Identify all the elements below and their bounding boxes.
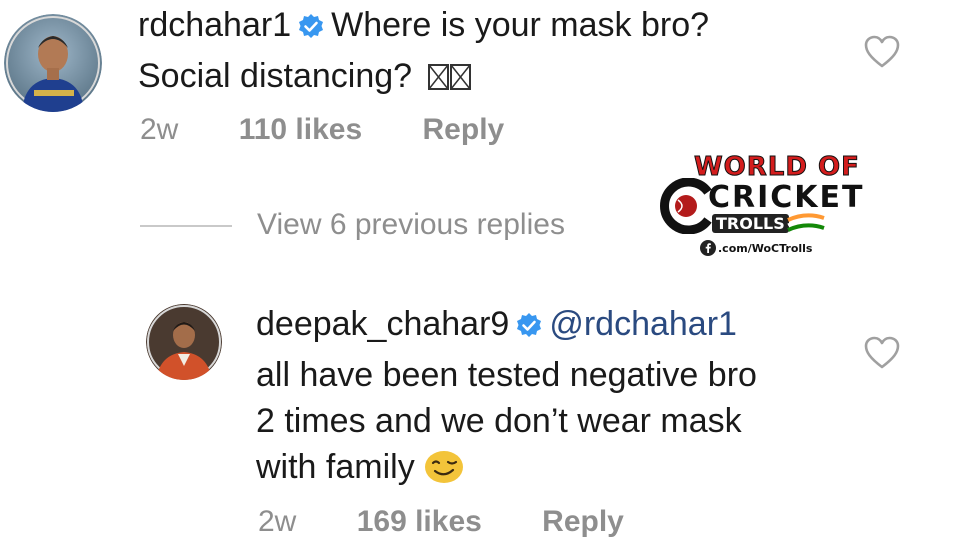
comment-2-text-line2: 2 times and we don’t wear mask (256, 402, 742, 440)
comment-1-text-line1: Where is your mask bro? (331, 6, 710, 44)
comment-1-meta: 2w 110 likes Reply (140, 113, 504, 147)
comment-2-likes[interactable]: 169 likes (357, 505, 482, 538)
cricket-ball-icon (660, 178, 712, 234)
winking-face-icon (424, 450, 464, 496)
watermark-top-text: WORLD OF (694, 152, 860, 183)
comment-1-time: 2w (140, 113, 179, 146)
comment-1-likes[interactable]: 110 likes (239, 113, 362, 146)
comment-1-username[interactable]: rdchahar1 (138, 6, 291, 44)
view-previous-replies-button[interactable]: View 6 previous replies (257, 208, 565, 242)
missing-glyph-icon (427, 56, 472, 102)
avatar-deepak-chahar9[interactable] (146, 304, 222, 380)
comment-2-username[interactable]: deepak_chahar9 (256, 305, 509, 343)
comment-1-body: rdchahar1 Where is your mask bro? Social … (138, 2, 838, 102)
avatar-rdchahar1[interactable] (4, 14, 102, 112)
replies-divider (140, 225, 232, 227)
like-comment-2-heart-icon[interactable] (864, 336, 900, 370)
comment-2-body: deepak_chahar9 @rdchahar1 all have been t… (256, 301, 856, 496)
comment-2-text-line3: with family (256, 448, 415, 486)
comment-1-reply-button[interactable]: Reply (423, 113, 505, 146)
facebook-icon (700, 240, 716, 256)
comment-2-meta: 2w 169 likes Reply (258, 505, 624, 539)
watermark-mid-text: CRICKET (708, 180, 865, 215)
verified-badge-icon (297, 7, 325, 53)
world-of-cricket-trolls-watermark: WORLD OF CRICKET TROLLS .com/WoCTrolls (656, 150, 863, 262)
verified-badge-icon (515, 306, 543, 352)
comment-2-reply-button[interactable]: Reply (542, 505, 624, 538)
like-comment-1-heart-icon[interactable] (864, 35, 900, 69)
comment-2-time: 2w (258, 505, 297, 538)
india-flag-swoosh-icon (787, 213, 825, 232)
watermark-bottom-text: TROLLS (712, 214, 789, 233)
comment-2-mention-link[interactable]: @rdchahar1 (549, 305, 737, 343)
comment-2-text-line1: all have been tested negative bro (256, 356, 757, 394)
comment-1-text-line2: Social distancing? (138, 57, 413, 95)
watermark-url-text: .com/WoCTrolls (718, 242, 813, 255)
